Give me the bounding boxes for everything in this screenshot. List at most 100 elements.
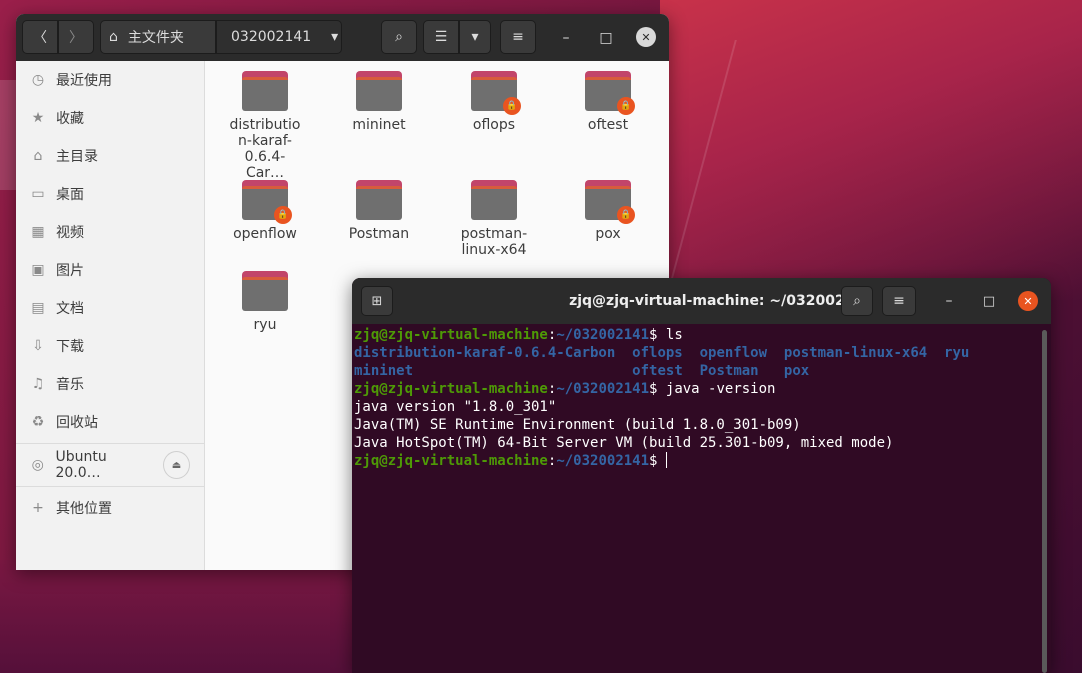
sidebar-item-home[interactable]: ⌂ 主目录 [16,137,204,175]
close-button[interactable]: ✕ [636,27,656,47]
folder-label: Postman [348,226,410,242]
view-options-button[interactable]: ▾ [459,20,491,54]
minimize-button[interactable]: – [556,28,576,48]
folder-icon: 🔒 [471,71,521,115]
sidebar-item-pictures[interactable]: ▣ 图片 [16,251,204,289]
sidebar-item-device[interactable]: ◎ Ubuntu 20.0… ⏏ [16,446,204,484]
folder-item[interactable]: Postman [329,170,429,242]
folder-item[interactable]: postman-linux-x64 [444,170,544,258]
folder-icon: 🔒 [242,180,292,224]
folder-label: mininet [352,117,406,133]
maximize-icon: □ [982,293,996,309]
lock-icon: 🔒 [617,206,635,224]
star-icon: ★ [31,110,45,126]
maximize-icon: □ [599,30,613,46]
sidebar-item-trash[interactable]: ♻ 回收站 [16,403,204,441]
path-current-label: 032002141 [231,29,312,45]
close-icon: ✕ [641,30,651,44]
minimize-icon: – [562,30,570,46]
search-button[interactable]: ⌕ [381,20,417,54]
folder-item[interactable]: 🔒 pox [558,170,658,242]
folder-item[interactable]: 🔒 oftest [558,61,658,133]
desktop-icon: ▭ [31,186,45,202]
wallpaper-shape [0,560,352,673]
hamburger-icon: ≡ [893,293,905,309]
terminal-line: zjq@zjq-virtual-machine:~/032002141$ jav… [354,381,776,397]
folder-item[interactable]: distributio n-karaf-0.6.4-Car… [215,61,315,181]
sidebar-divider [16,486,204,487]
sidebar-item-videos[interactable]: ▦ 视频 [16,213,204,251]
folder-label: pox [595,226,621,242]
trash-icon: ♻ [31,414,45,430]
list-icon: ☰ [434,29,448,45]
eject-button[interactable]: ⏏ [162,451,190,479]
file-manager-headerbar: 〈 〉 ⌂ 主文件夹 032002141 ▾ ⌕ ☰ ▾ ≡ – □ ✕ [16,14,669,61]
wallpaper-shape [0,80,16,190]
sidebar-item-other-locations[interactable]: + 其他位置 [16,489,204,527]
picture-icon: ▣ [31,262,45,278]
sidebar-item-recent[interactable]: ◷ 最近使用 [16,61,204,99]
terminal-line: distribution-karaf-0.6.4-Carbon oflops o… [354,345,970,361]
home-icon: ⌂ [109,29,118,45]
terminal-line: Java(TM) SE Runtime Environment (build 1… [354,417,801,433]
chevron-down-icon: ▾ [471,29,479,45]
terminal-search-button[interactable]: ⌕ [841,286,873,316]
terminal-line: zjq@zjq-virtual-machine:~/032002141$ [354,452,667,469]
sidebar-item-desktop[interactable]: ▭ 桌面 [16,175,204,213]
new-tab-button[interactable]: ⊞ [361,286,393,316]
terminal-scrollbar[interactable] [1042,330,1047,673]
folder-icon: 🔒 [585,71,635,115]
terminal-line: java version "1.8.0_301" [354,399,557,415]
terminal-minimize-button[interactable]: – [939,291,959,311]
terminal-menu-button[interactable]: ≡ [882,286,916,316]
folder-label: openflow [233,226,297,242]
folder-item[interactable]: mininet [329,61,429,133]
sidebar-item-starred[interactable]: ★ 收藏 [16,99,204,137]
folder-icon [471,180,517,220]
folder-label: ryu [253,317,277,333]
folder-label: oftest [587,117,629,133]
document-icon: ▤ [31,300,45,316]
disc-icon: ◎ [31,457,44,473]
minimize-icon: – [945,293,953,309]
terminal-line: mininet oftest Postman pox [354,363,810,379]
video-icon: ▦ [31,224,45,240]
lock-icon: 🔒 [503,97,521,115]
close-icon: ✕ [1023,294,1033,308]
sidebar-item-downloads[interactable]: ⇩ 下载 [16,327,204,365]
path-home-button[interactable]: ⌂ 主文件夹 [100,20,216,54]
folder-icon [356,180,402,220]
list-view-button[interactable]: ☰ [423,20,459,54]
text-cursor [665,452,667,468]
maximize-button[interactable]: □ [596,28,616,48]
download-icon: ⇩ [32,338,44,354]
folder-item[interactable]: 🔒 openflow [215,170,315,242]
menu-button[interactable]: ≡ [500,20,536,54]
folder-item[interactable]: ryu [215,261,315,333]
search-icon: ⌕ [853,293,861,309]
sidebar: ◷ 最近使用 ★ 收藏 ⌂ 主目录 ▭ 桌面 ▦ 视频 ▣ 图片 ▤ 文档 ⇩ 下载 ♫ 音乐 ♻… [16,61,205,570]
chevron-down-icon: ▾ [331,29,339,45]
folder-icon [242,271,288,311]
hamburger-icon: ≡ [512,29,524,45]
plus-icon: + [32,500,44,516]
forward-button[interactable]: 〉 [58,20,94,54]
path-current-button[interactable]: 032002141 ▾ [216,20,342,54]
folder-item[interactable]: 🔒 oflops [444,61,544,133]
clock-icon: ◷ [31,72,45,88]
back-button[interactable]: 〈 [22,20,58,54]
search-icon: ⌕ [395,29,403,45]
sidebar-item-documents[interactable]: ▤ 文档 [16,289,204,327]
terminal-close-button[interactable]: ✕ [1018,291,1038,311]
terminal-output[interactable]: zjq@zjq-virtual-machine:~/032002141$ ls d… [354,326,1044,673]
terminal-line: Java HotSpot(TM) 64-Bit Server VM (build… [354,435,894,451]
folder-icon [356,71,402,111]
folder-icon: 🔒 [585,180,635,224]
terminal-maximize-button[interactable]: □ [979,291,999,311]
chevron-right-icon: 〉 [69,30,83,46]
folder-icon [242,71,288,111]
lock-icon: 🔒 [617,97,635,115]
terminal-headerbar: zjq@zjq-virtual-machine: ~/032002141 ⊞ ⌕… [352,278,1051,324]
folder-label: postman-linux-x64 [460,226,528,258]
sidebar-item-music[interactable]: ♫ 音乐 [16,365,204,403]
